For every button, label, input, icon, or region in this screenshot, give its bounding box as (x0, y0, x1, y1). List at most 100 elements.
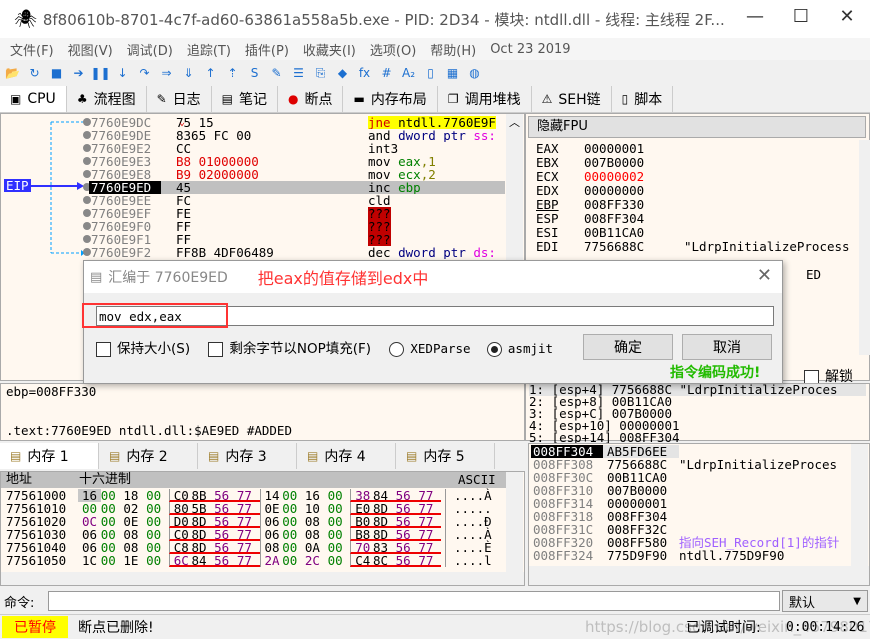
memory-byte[interactable]: 00 (282, 554, 305, 567)
memory-byte[interactable]: 1E (123, 554, 146, 567)
open-icon[interactable]: 📂 (4, 65, 21, 82)
disasm-row[interactable]: 7760E9E2 CC int3 (89, 142, 505, 155)
comments-icon[interactable]: ☰ (290, 65, 307, 82)
ok-button[interactable]: 确定 (583, 334, 673, 360)
memory-tab-5[interactable]: ▤ 内存 5 (396, 443, 495, 469)
disasm-row[interactable]: 7760E9F2 FF8B 4DF06489 dec dword ptr ds: (89, 246, 505, 259)
memory-byte[interactable]: 56 (214, 554, 237, 567)
register-value[interactable]: 007B0000 (584, 156, 684, 170)
restart-icon[interactable]: ↻ (26, 65, 43, 82)
disasm-row[interactable]: 7760E9F0 FF??? (89, 220, 505, 233)
memory-byte[interactable]: 00 (101, 554, 124, 567)
memory-byte[interactable]: 6C (168, 554, 192, 567)
keep-size-checkbox[interactable] (96, 341, 111, 357)
strings-icon[interactable]: A₂ (400, 65, 417, 82)
memory-tab-2[interactable]: ▤ 内存 2 (99, 443, 198, 469)
disasm-row[interactable]: 7760E9DE 8365 FC 00 and dword ptr ss: (89, 129, 505, 142)
disasm-row[interactable]: 7760E9DC ⌄ 75 15 jne ntdll.7760E9F (89, 116, 505, 129)
disasm-row[interactable]: 7760E9EF FE??? (89, 207, 505, 220)
scylla-icon[interactable]: S (246, 65, 263, 82)
memory-scrollbar[interactable] (506, 472, 523, 572)
register-row[interactable]: EBX 007B0000 (536, 156, 684, 170)
tab-2[interactable]: ✎ 日志 (146, 86, 212, 112)
bookmarks-icon[interactable]: ◆ (334, 65, 351, 82)
menu-item[interactable]: 调试(D) (127, 40, 173, 59)
run-to-user-code-icon[interactable]: ⇡ (224, 65, 241, 82)
memory-tab-1[interactable]: ▤ 内存 1 (0, 443, 99, 469)
register-value[interactable]: 008FF330 (584, 198, 684, 212)
tab-8[interactable]: ▯ 脚本 (611, 86, 674, 112)
registers-scrollbar[interactable] (859, 140, 870, 355)
close-button[interactable]: ✕ (824, 6, 870, 32)
tab-1[interactable]: ♣ 流程图 (66, 86, 147, 112)
hide-fpu-button[interactable]: 隐藏FPU (528, 116, 866, 138)
disasm-row[interactable]: 7760E9E8 B9 02000000 mov ecx,2 (89, 168, 505, 181)
memory-tab-3[interactable]: ▤ 内存 3 (198, 443, 297, 469)
stack-scrollbar[interactable] (851, 444, 868, 566)
register-value[interactable]: 00000002 (584, 170, 684, 184)
calculator-icon[interactable]: ▦ (444, 65, 461, 82)
menu-item[interactable]: 帮助(H) (430, 40, 476, 59)
register-row[interactable]: EDI 7756688C "LdrpInitializeProcess (536, 240, 850, 254)
disasm-row[interactable]: 7760E9EE FC cld (89, 194, 505, 207)
register-value[interactable]: 008FF304 (584, 212, 684, 226)
tab-7[interactable]: ⚠ SEH链 (531, 86, 612, 112)
register-row[interactable]: ESP 008FF304 (536, 212, 684, 226)
patch-icon[interactable]: ✎ (268, 65, 285, 82)
xedparse-radio[interactable] (389, 341, 405, 357)
tab-4[interactable]: ● 断点 (277, 86, 344, 112)
minimize-button[interactable]: — (732, 6, 778, 32)
execute-till-return-icon[interactable]: ↑ (202, 65, 219, 82)
pause-icon[interactable]: ❚❚ (90, 65, 110, 82)
register-row[interactable]: EAX 00000001 (536, 142, 684, 156)
disasm-row[interactable]: 7760E9F1 FF??? (89, 233, 505, 246)
menu-item[interactable]: 视图(V) (68, 40, 113, 59)
labels-icon[interactable]: ⎘ (312, 65, 329, 82)
memory-byte[interactable]: 77 (236, 554, 260, 567)
fill-nop-checkbox[interactable] (208, 341, 224, 357)
memory-byte[interactable]: 77 (418, 554, 441, 567)
menu-item[interactable]: 文件(F) (10, 40, 54, 59)
stack-hscrollbar[interactable] (529, 566, 869, 585)
device-icon[interactable]: ▯ (422, 65, 439, 82)
functions-icon[interactable]: fx (356, 65, 373, 82)
tab-0[interactable]: ▣ CPU (0, 86, 67, 112)
memory-row[interactable]: 77561050 1C 00 1E 00 6C 84 56 77 2A 00 2C 00 C4 8C 56 77… (6, 554, 492, 567)
memory-byte[interactable]: 1C (78, 554, 101, 567)
memory-byte[interactable]: 00 (328, 554, 351, 567)
disasm-row[interactable]: 7760E9E3 B8 01000000 mov eax,1 (89, 155, 505, 168)
register-row[interactable]: EDX 00000000 (536, 184, 684, 198)
stack-view[interactable]: 008FF304 AB5FD6EE 008FF308 7756688C "LdrpIni… (528, 443, 870, 586)
disasm-row[interactable]: 7760E9ED 45 inc ebp (89, 181, 505, 194)
menu-item[interactable]: 选项(O) (370, 40, 416, 59)
tab-3[interactable]: ▤ 笔记 (211, 86, 278, 112)
register-row[interactable]: ECX 00000002 (536, 170, 684, 184)
register-row[interactable]: EBP 008FF330 (536, 198, 684, 212)
memory-byte[interactable]: 2C (305, 554, 328, 567)
stack-row[interactable]: 008FF324 775D9F90 ntdll.775D9F90 (531, 549, 784, 562)
memory-hscrollbar[interactable] (1, 572, 524, 585)
command-mode-select[interactable]: 默认 ▼ (782, 590, 868, 612)
maximize-button[interactable]: ☐ (778, 6, 824, 32)
memory-byte[interactable]: 8C (372, 554, 396, 567)
menu-item[interactable]: 收藏夹(I) (303, 40, 356, 59)
tab-5[interactable]: ▬ 内存布局 (343, 86, 438, 112)
dialog-close-button[interactable]: ✕ (757, 265, 772, 286)
cancel-button[interactable]: 取消 (682, 334, 772, 360)
step-over-icon[interactable]: ↷ (136, 65, 153, 82)
run-icon[interactable]: ➔ (70, 65, 87, 82)
memory-byte[interactable]: 2A (259, 554, 283, 567)
globe-icon[interactable]: ◍ (466, 65, 483, 82)
memory-byte[interactable]: 00 (146, 554, 169, 567)
memory-byte[interactable]: 84 (191, 554, 215, 567)
trace-into-icon[interactable]: ⇒ (158, 65, 175, 82)
step-into-icon[interactable]: ↓ (114, 65, 131, 82)
memory-byte[interactable]: C4 (350, 554, 373, 567)
hash-icon[interactable]: # (378, 65, 395, 82)
register-value[interactable]: 00B11CA0 (584, 226, 684, 240)
memory-dump-view[interactable]: 地址 十六进制 ASCII 77561000 16 00 18 00 C0 8B 56 77 14… (0, 471, 525, 586)
register-row[interactable]: ESI 00B11CA0 (536, 226, 684, 240)
memory-tab-4[interactable]: ▤ 内存 4 (297, 443, 396, 469)
menu-item[interactable]: 追踪(T) (187, 40, 231, 59)
register-value[interactable]: 7756688C (584, 240, 684, 254)
